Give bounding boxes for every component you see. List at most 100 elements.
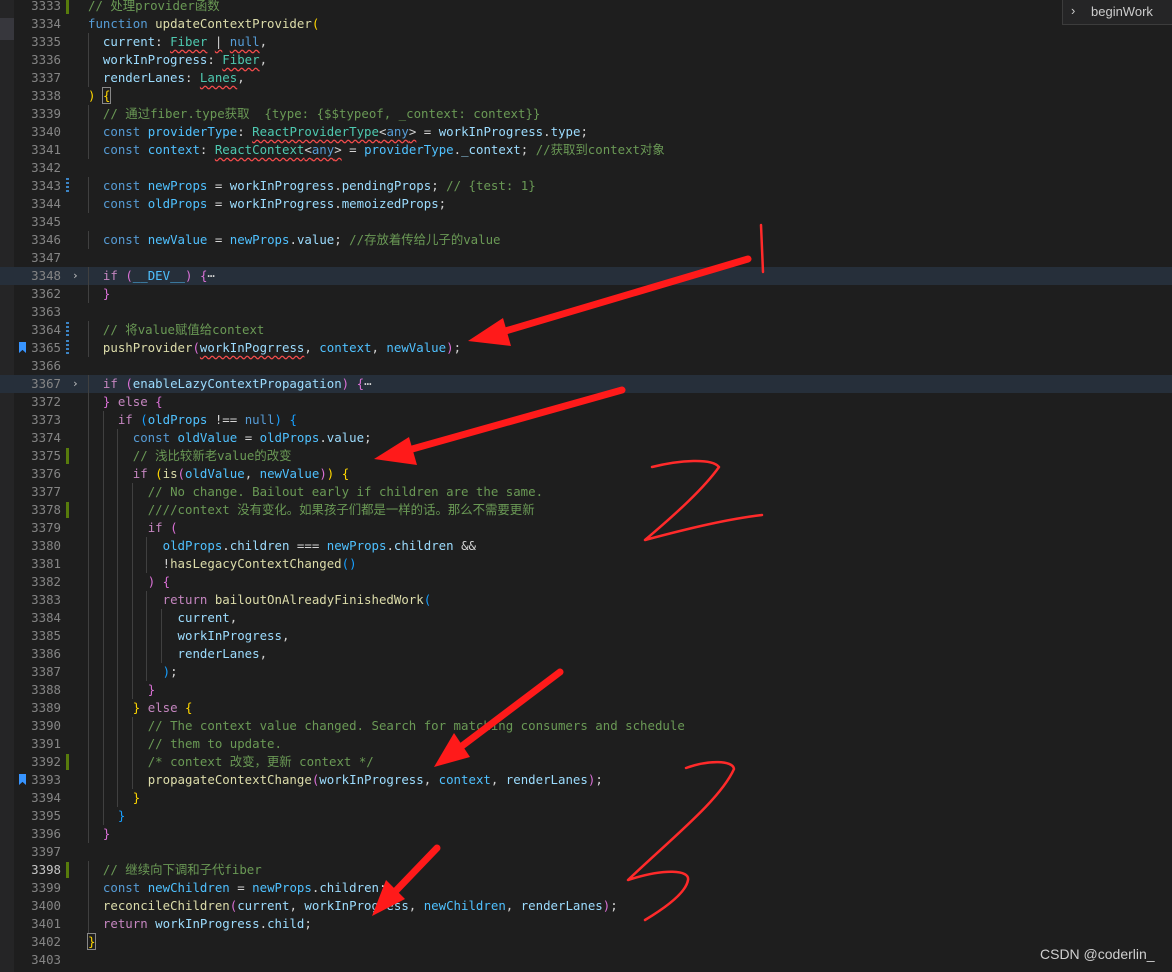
code-text[interactable]: } bbox=[88, 807, 125, 825]
code-text[interactable]: // 继续向下调和子代fiber bbox=[88, 861, 262, 879]
code-line[interactable]: 3401 return workInProgress.child; bbox=[0, 915, 1172, 933]
code-text[interactable]: } bbox=[88, 825, 110, 843]
code-line[interactable]: 3348 › if (__DEV__) {⋯ bbox=[0, 267, 1172, 285]
code-text[interactable]: // 浅比较新老value的改变 bbox=[88, 447, 292, 465]
git-modified-marker[interactable] bbox=[66, 448, 69, 464]
code-text[interactable]: if (oldProps !== null) { bbox=[88, 411, 297, 429]
code-text[interactable]: const newValue = newProps.value; //存放着传给… bbox=[88, 231, 501, 249]
code-line[interactable]: 3335 current: Fiber | null, bbox=[0, 33, 1172, 51]
code-text[interactable]: workInProgress, bbox=[88, 627, 290, 645]
code-line[interactable]: 3380 oldProps.children === newProps.chil… bbox=[0, 537, 1172, 555]
code-line[interactable]: 3378 ////context 没有变化。如果孩子们都是一样的话。那么不需要更… bbox=[0, 501, 1172, 519]
code-text[interactable]: // No change. Bailout early if children … bbox=[88, 483, 543, 501]
code-text[interactable]: // them to update. bbox=[88, 735, 282, 753]
code-text[interactable]: if (is(oldValue, newValue)) { bbox=[88, 465, 349, 483]
code-line[interactable]: 3344 const oldProps = workInProgress.mem… bbox=[0, 195, 1172, 213]
code-text[interactable]: ) { bbox=[88, 573, 170, 591]
code-text[interactable]: if (enableLazyContextPropagation) {⋯ bbox=[88, 375, 372, 393]
code-text[interactable]: // The context value changed. Search for… bbox=[88, 717, 685, 735]
code-line[interactable]: 3383 return bailoutOnAlreadyFinishedWork… bbox=[0, 591, 1172, 609]
sticky-scroll-breadcrumb[interactable]: › beginWork bbox=[1062, 0, 1172, 25]
code-text[interactable]: const newProps = workInProgress.pendingP… bbox=[88, 177, 536, 195]
fold-chevron-icon[interactable]: › bbox=[72, 267, 79, 285]
code-text[interactable]: /* context 改变，更新 context */ bbox=[88, 753, 374, 771]
git-modified-marker[interactable] bbox=[66, 0, 69, 14]
code-text[interactable]: } else { bbox=[88, 393, 163, 411]
code-line[interactable]: 3362 } bbox=[0, 285, 1172, 303]
code-line[interactable]: 3376 if (is(oldValue, newValue)) { bbox=[0, 465, 1172, 483]
code-line[interactable]: 3337 renderLanes: Lanes, bbox=[0, 69, 1172, 87]
code-line[interactable]: 3392 /* context 改变，更新 context */ bbox=[0, 753, 1172, 771]
code-line[interactable]: 3403 bbox=[0, 951, 1172, 969]
code-text[interactable]: } else { bbox=[88, 699, 193, 717]
code-text[interactable]: } bbox=[88, 789, 140, 807]
code-line[interactable]: 3363 bbox=[0, 303, 1172, 321]
code-line[interactable]: 3377 // No change. Bailout early if chil… bbox=[0, 483, 1172, 501]
code-line[interactable]: 3339 // 通过fiber.type获取 {type: {$$typeof,… bbox=[0, 105, 1172, 123]
code-line[interactable]: 3384 current, bbox=[0, 609, 1172, 627]
code-text[interactable]: propagateContextChange(workInProgress, c… bbox=[88, 771, 603, 789]
git-change-marker[interactable] bbox=[66, 340, 69, 356]
code-line[interactable]: 3402} bbox=[0, 933, 1172, 951]
code-line[interactable]: 3379 if ( bbox=[0, 519, 1172, 537]
code-text[interactable]: const context: ReactContext<any> = provi… bbox=[88, 141, 665, 159]
code-line[interactable]: 3385 workInProgress, bbox=[0, 627, 1172, 645]
code-text[interactable]: ); bbox=[88, 663, 178, 681]
code-line[interactable]: 3364 // 将value赋值给context bbox=[0, 321, 1172, 339]
code-line[interactable]: 3346 const newValue = newProps.value; //… bbox=[0, 231, 1172, 249]
code-line[interactable]: 3397 bbox=[0, 843, 1172, 861]
code-line[interactable]: 3341 const context: ReactContext<any> = … bbox=[0, 141, 1172, 159]
code-line[interactable]: 3338) { bbox=[0, 87, 1172, 105]
code-line[interactable]: 3347 bbox=[0, 249, 1172, 267]
code-text[interactable]: } bbox=[88, 681, 155, 699]
code-line[interactable]: 3333 // 处理provider函数 bbox=[0, 0, 1172, 15]
code-line[interactable]: 3373 if (oldProps !== null) { bbox=[0, 411, 1172, 429]
code-text[interactable]: } bbox=[88, 285, 110, 303]
code-text[interactable]: reconcileChildren(current, workInProgres… bbox=[88, 897, 618, 915]
code-line[interactable]: 3399 const newChildren = newProps.childr… bbox=[0, 879, 1172, 897]
code-line[interactable]: 3400 reconcileChildren(current, workInPr… bbox=[0, 897, 1172, 915]
code-line[interactable]: 3345 bbox=[0, 213, 1172, 231]
code-line[interactable]: 3389 } else { bbox=[0, 699, 1172, 717]
code-text[interactable]: oldProps.children === newProps.children … bbox=[88, 537, 476, 555]
code-line[interactable]: 3374 const oldValue = oldProps.value; bbox=[0, 429, 1172, 447]
code-line[interactable]: 3336 workInProgress: Fiber, bbox=[0, 51, 1172, 69]
fold-chevron-icon[interactable]: › bbox=[72, 375, 79, 393]
code-text[interactable]: const newChildren = newProps.children; bbox=[88, 879, 387, 897]
code-line[interactable]: 3395 } bbox=[0, 807, 1172, 825]
code-text[interactable]: const oldValue = oldProps.value; bbox=[88, 429, 372, 447]
code-text[interactable]: function updateContextProvider( bbox=[88, 15, 319, 33]
code-text[interactable]: workInProgress: Fiber, bbox=[88, 51, 267, 69]
code-editor[interactable]: 3333 // 处理provider函数 3334 function updateCo… bbox=[0, 0, 1172, 969]
code-line[interactable]: 3340 const providerType: ReactProviderTy… bbox=[0, 123, 1172, 141]
code-text[interactable]: renderLanes, bbox=[88, 645, 268, 663]
code-line[interactable]: 3388 } bbox=[0, 681, 1172, 699]
git-change-marker[interactable] bbox=[66, 322, 69, 338]
code-line[interactable]: 3387 ); bbox=[0, 663, 1172, 681]
code-line[interactable]: 3391 // them to update. bbox=[0, 735, 1172, 753]
code-line[interactable]: 3342 bbox=[0, 159, 1172, 177]
code-text[interactable]: if ( bbox=[88, 519, 178, 537]
code-text[interactable]: if (__DEV__) {⋯ bbox=[88, 267, 215, 285]
code-text[interactable]: // 通过fiber.type获取 {type: {$$typeof, _con… bbox=[88, 105, 540, 123]
code-line[interactable]: 3398 // 继续向下调和子代fiber bbox=[0, 861, 1172, 879]
code-line[interactable]: 3334 function updateContextProvider( bbox=[0, 15, 1172, 33]
git-modified-marker[interactable] bbox=[66, 862, 69, 878]
code-text[interactable]: return workInProgress.child; bbox=[88, 915, 312, 933]
code-text[interactable]: current: Fiber | null, bbox=[88, 33, 267, 51]
code-text[interactable]: ) { bbox=[88, 87, 112, 105]
code-text[interactable]: const oldProps = workInProgress.memoized… bbox=[88, 195, 446, 213]
code-text[interactable]: return bailoutOnAlreadyFinishedWork( bbox=[88, 591, 432, 609]
code-text[interactable]: pushProvider(workInPogrress, context, ne… bbox=[88, 339, 461, 357]
git-modified-marker[interactable] bbox=[66, 754, 69, 770]
code-text[interactable]: ////context 没有变化。如果孩子们都是一样的话。那么不需要更新 bbox=[88, 501, 535, 519]
code-line[interactable]: 3382 ) { bbox=[0, 573, 1172, 591]
code-line[interactable]: 3366 bbox=[0, 357, 1172, 375]
git-modified-marker[interactable] bbox=[66, 502, 69, 518]
code-line[interactable]: 3343 const newProps = workInProgress.pen… bbox=[0, 177, 1172, 195]
code-line[interactable]: 3393 propagateContextChange(workInProgre… bbox=[0, 771, 1172, 789]
code-text[interactable]: } bbox=[86, 933, 97, 951]
code-line[interactable]: 3394 } bbox=[0, 789, 1172, 807]
code-line[interactable]: 3365 pushProvider(workInPogrress, contex… bbox=[0, 339, 1172, 357]
code-text[interactable]: !hasLegacyContextChanged() bbox=[88, 555, 357, 573]
